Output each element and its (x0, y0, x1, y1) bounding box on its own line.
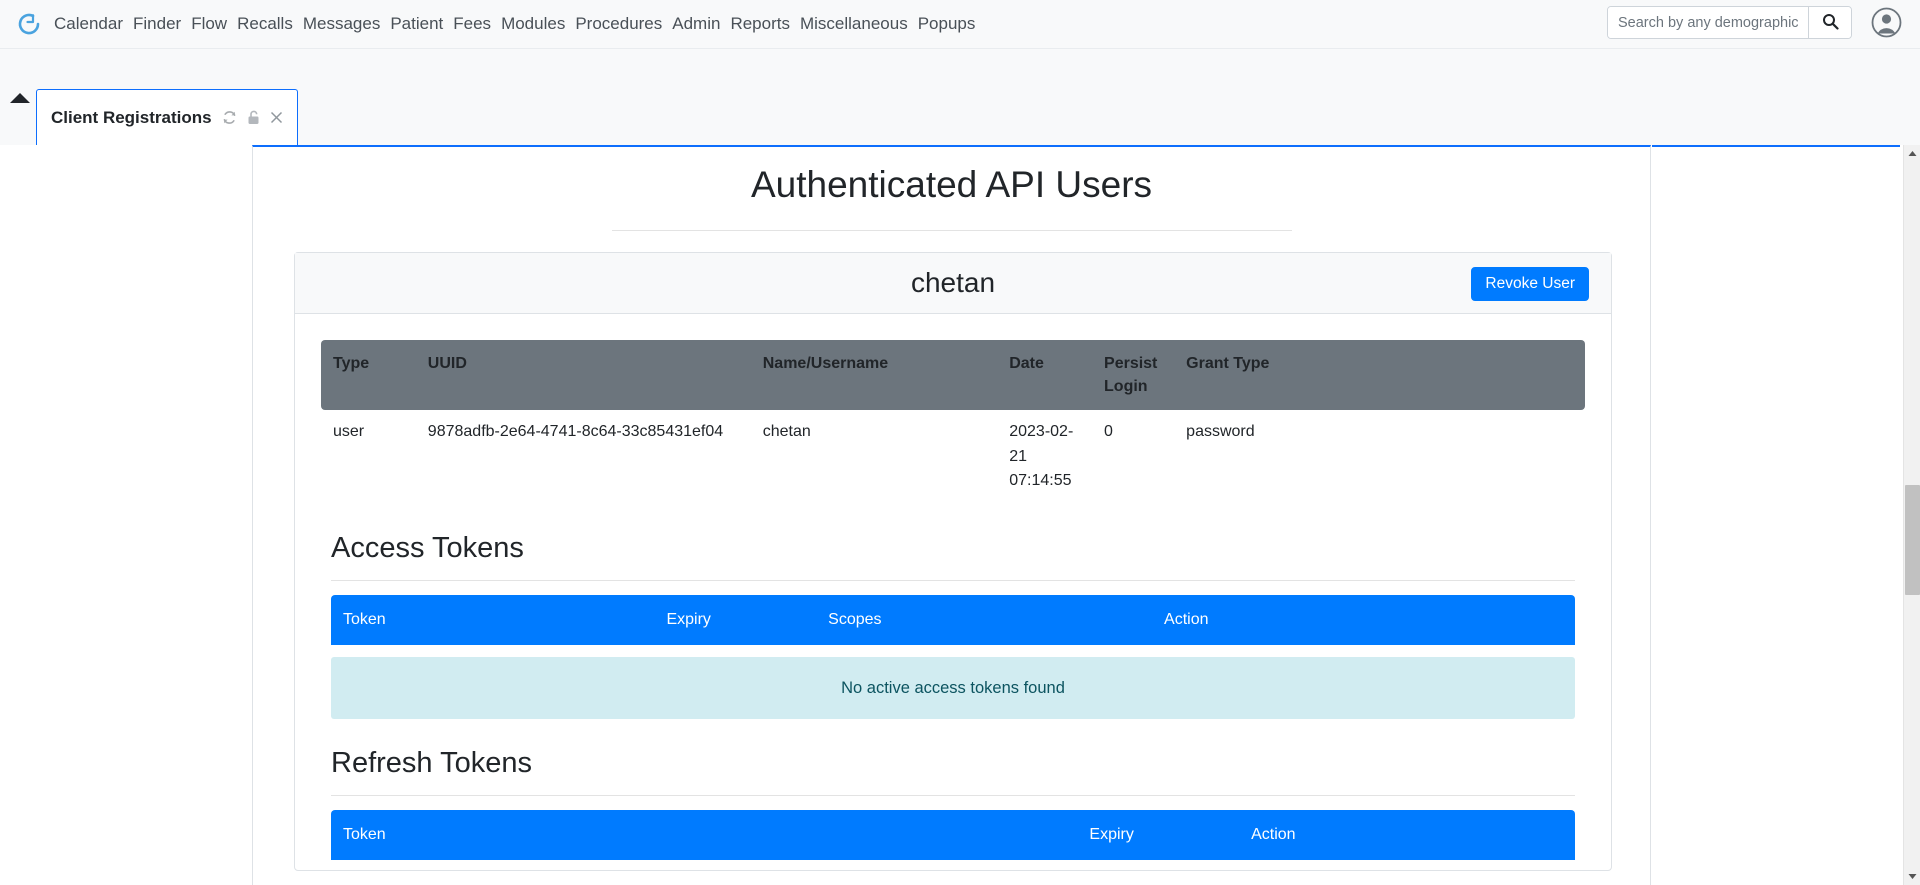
col-header-persist-login: Persist Login (1092, 340, 1175, 410)
nav-item-modules[interactable]: Modules (501, 14, 565, 34)
col-header-expiry: Expiry (1077, 809, 1240, 860)
card-username: chetan (910, 267, 996, 298)
card-header: chetan Revoke User (295, 253, 1611, 314)
nav-item-recalls[interactable]: Recalls (237, 14, 293, 34)
col-header-uuid: UUID (415, 340, 751, 410)
top-navigation-bar: Calendar Finder Flow Recalls Messages Pa… (0, 0, 1920, 49)
refresh-icon[interactable] (222, 110, 237, 125)
card-body: Type UUID Name/Username Date Persist Log… (295, 314, 1611, 870)
refresh-tokens-divider (331, 794, 1575, 796)
scrollbar-thumb[interactable] (1905, 485, 1920, 595)
close-icon[interactable] (270, 111, 283, 124)
col-header-action: Action (1239, 809, 1575, 860)
search-input[interactable] (1608, 7, 1808, 38)
cell-type: user (333, 423, 365, 440)
access-tokens-heading: Access Tokens (331, 531, 524, 564)
tab-label: Client Registrations (51, 107, 212, 127)
nav-item-calendar[interactable]: Calendar (54, 14, 123, 34)
scroll-up-icon[interactable] (1904, 145, 1920, 162)
refresh-tokens-header-row: Token Expiry Action (331, 809, 1575, 860)
nav-item-reports[interactable]: Reports (730, 14, 790, 34)
refresh-tokens-table: Token Expiry Action (331, 809, 1575, 860)
no-access-tokens-message: No active access tokens found (331, 656, 1575, 719)
cell-date: 2023-02-21 07:14:55 (1009, 423, 1074, 489)
access-tokens-header-row: Token Expiry Scopes Action (331, 594, 1575, 645)
page-title-divider (611, 230, 1292, 231)
nav-item-finder[interactable]: Finder (133, 14, 181, 34)
cell-uuid: 9878adfb-2e64-4741-8c64-33c85431ef04 (427, 423, 724, 440)
col-header-action: Action (1152, 594, 1575, 645)
access-tokens-table-wrap: Token Expiry Scopes Action (331, 594, 1575, 645)
col-header-name-username: Name/Username (750, 340, 998, 410)
content-top-rule (1652, 145, 1900, 147)
revoke-user-button[interactable]: Revoke User (1471, 267, 1589, 301)
nav-right-group (1607, 6, 1902, 39)
scroll-down-icon[interactable] (1904, 868, 1920, 885)
right-blank-pane (1652, 145, 1900, 885)
nav-item-admin[interactable]: Admin (672, 14, 720, 34)
col-header-expiry: Expiry (654, 594, 817, 645)
ring-logo-icon[interactable] (16, 11, 42, 37)
refresh-tokens-table-wrap: Token Expiry Action (331, 809, 1575, 860)
tab-client-registrations[interactable]: Client Registrations (36, 89, 298, 145)
api-user-card: chetan Revoke User Type UUID Name/Userna… (294, 252, 1612, 871)
page-title: Authenticated API Users (750, 164, 1153, 205)
nav-item-list: Calendar Finder Flow Recalls Messages Pa… (54, 14, 975, 34)
cell-persist-login: 0 (1104, 423, 1113, 440)
col-header-token: Token (331, 809, 1078, 860)
nav-item-popups[interactable]: Popups (918, 14, 976, 34)
user-details-table: Type UUID Name/Username Date Persist Log… (321, 340, 1585, 504)
col-header-date: Date (997, 340, 1093, 410)
nav-item-flow[interactable]: Flow (191, 14, 227, 34)
cell-name-username: chetan (762, 423, 811, 440)
nav-item-procedures[interactable]: Procedures (575, 14, 662, 34)
refresh-tokens-heading: Refresh Tokens (331, 746, 532, 779)
cell-grant-type: password (1186, 423, 1255, 440)
lock-icon[interactable] (247, 110, 260, 125)
table-row: user 9878adfb-2e64-4741-8c64-33c85431ef0… (321, 410, 1585, 504)
col-header-type: Type (321, 340, 416, 410)
tab-strip: Client Registrations (0, 49, 1920, 145)
search-button[interactable] (1808, 7, 1851, 38)
col-header-token: Token (331, 594, 655, 645)
nav-item-patient[interactable]: Patient (390, 14, 443, 34)
access-tokens-table: Token Expiry Scopes Action (331, 594, 1575, 645)
content-frame: Authenticated API Users chetan Revoke Us… (252, 145, 1651, 885)
col-header-scopes: Scopes (816, 594, 1153, 645)
user-table-header-row: Type UUID Name/Username Date Persist Log… (321, 340, 1585, 410)
search-icon (1822, 13, 1839, 33)
left-blank-pane (0, 145, 252, 885)
col-header-grant-type: Grant Type (1174, 340, 1585, 410)
access-tokens-divider (331, 579, 1575, 581)
vertical-scrollbar[interactable] (1903, 145, 1920, 885)
triangle-up-icon[interactable] (8, 89, 32, 107)
search-group (1607, 6, 1852, 39)
nav-item-miscellaneous[interactable]: Miscellaneous (800, 14, 908, 34)
user-account-icon[interactable] (1870, 7, 1902, 39)
nav-item-fees[interactable]: Fees (453, 14, 491, 34)
nav-item-messages[interactable]: Messages (303, 14, 380, 34)
